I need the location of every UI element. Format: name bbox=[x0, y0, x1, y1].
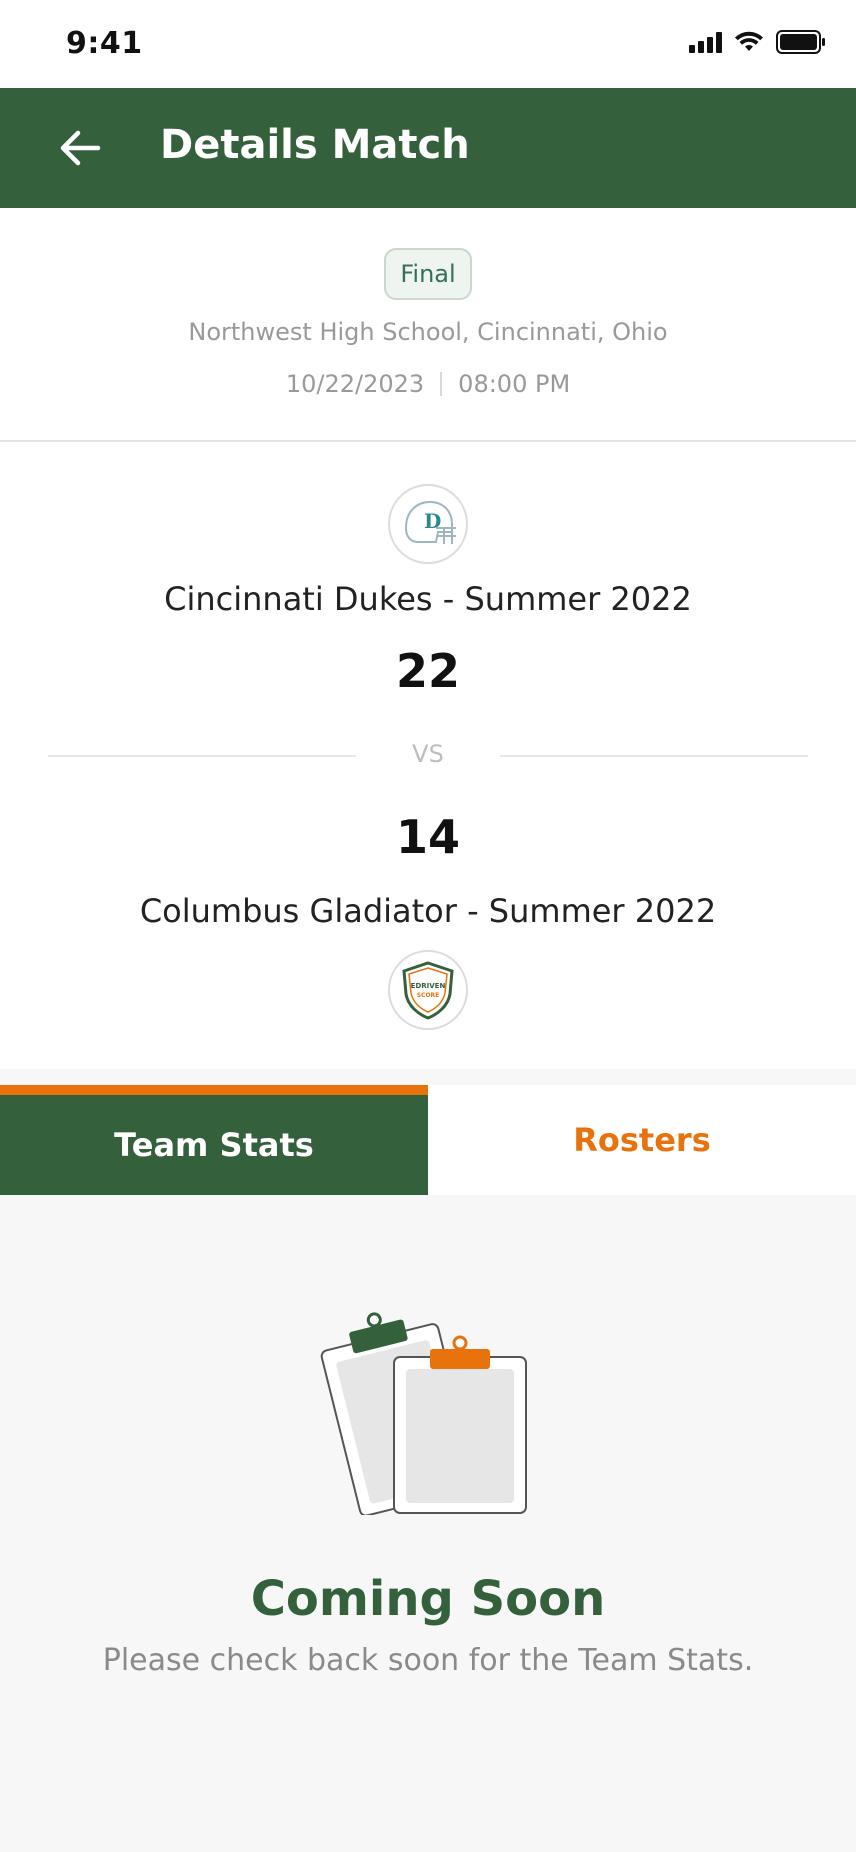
match-datetime: 10/22/2023 08:00 PM bbox=[0, 370, 856, 398]
clipboards-illustration bbox=[320, 1312, 527, 1515]
match-time: 08:00 PM bbox=[458, 370, 571, 398]
away-logo-text-1: EDRIVEN bbox=[411, 982, 446, 990]
away-logo-text-2: SCORE bbox=[417, 992, 440, 999]
vs-label: VS bbox=[412, 740, 444, 768]
empty-state-title: Coming Soon bbox=[250, 1571, 606, 1627]
match-venue: Northwest High School, Cincinnati, Ohio bbox=[188, 318, 668, 346]
match-date: 10/22/2023 bbox=[285, 370, 425, 398]
football-helmet-icon: D bbox=[404, 500, 456, 544]
status-time: 9:41 bbox=[66, 26, 143, 61]
shield-logo-icon: EDRIVEN SCORE bbox=[402, 961, 454, 1020]
battery-icon bbox=[776, 30, 825, 54]
status-badge: Final bbox=[384, 248, 472, 300]
datetime-divider bbox=[440, 372, 443, 396]
status-icons bbox=[689, 30, 826, 54]
empty-state: Coming Soon Please check back soon for t… bbox=[0, 1195, 856, 1852]
away-team-name: Columbus Gladiator - Summer 2022 bbox=[139, 892, 717, 930]
divider-right bbox=[500, 755, 808, 757]
home-logo-letter: D bbox=[424, 509, 441, 533]
away-team-score: 14 bbox=[395, 810, 460, 864]
section-separator bbox=[0, 1069, 856, 1085]
arrow-left-icon bbox=[60, 130, 101, 166]
home-team-name: Cincinnati Dukes - Summer 2022 bbox=[164, 580, 692, 618]
page-title: Details Match bbox=[160, 122, 470, 168]
home-team-logo: D bbox=[388, 484, 468, 564]
scoreboard: D Cincinnati Dukes - Summer 2022 22 VS 1… bbox=[0, 444, 856, 1069]
away-team-logo: EDRIVEN SCORE bbox=[388, 950, 468, 1030]
tab-bar: Team Stats Rosters bbox=[0, 1085, 856, 1195]
back-button[interactable] bbox=[52, 120, 108, 176]
home-team-score: 22 bbox=[395, 644, 460, 698]
tab-rosters[interactable]: Rosters bbox=[428, 1085, 856, 1195]
app-bar: Details Match bbox=[0, 88, 856, 208]
wifi-icon bbox=[735, 31, 763, 51]
status-bar: 9:41 bbox=[0, 0, 856, 88]
divider-left bbox=[48, 755, 356, 757]
match-info: Final Northwest High School, Cincinnati,… bbox=[0, 208, 856, 442]
tab-team-stats[interactable]: Team Stats bbox=[0, 1085, 428, 1195]
cellular-signal-icon bbox=[689, 31, 722, 53]
empty-state-message: Please check back soon for the Team Stat… bbox=[102, 1643, 754, 1678]
